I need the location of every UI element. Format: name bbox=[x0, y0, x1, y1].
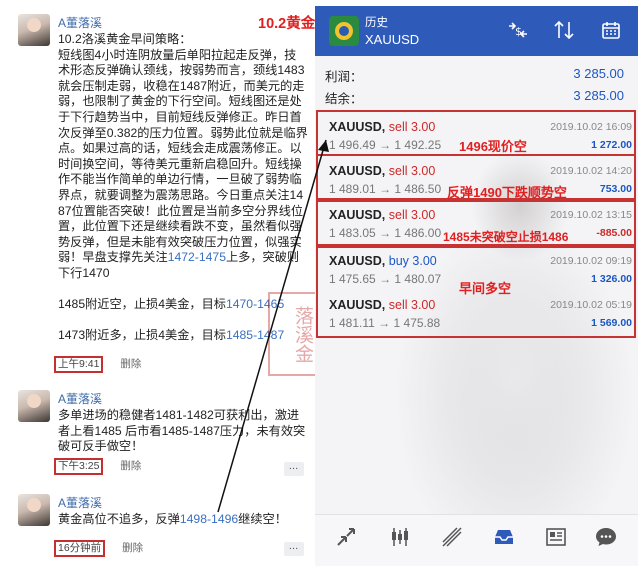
avatar[interactable] bbox=[18, 390, 50, 422]
chat-post: A董落溪 10.2洛溪黄金早间策略： 短线图4小时连阴放量后单阳拉起走反弹，技术… bbox=[10, 6, 310, 378]
trade-note: 反弹1490下跌顺势空 bbox=[447, 185, 567, 200]
post-meta: 上午9:41 删除 bbox=[54, 356, 141, 373]
tab-history-icon[interactable] bbox=[489, 525, 519, 555]
post-body: 黄金高位不追多，反弹1498-1496继续空！ bbox=[58, 512, 308, 528]
svg-text:$: $ bbox=[515, 25, 522, 38]
tab-trade-icon[interactable] bbox=[331, 525, 361, 555]
balance-value: 3 285.00 bbox=[573, 88, 624, 103]
delete-link[interactable]: 删除 bbox=[120, 458, 141, 473]
post-time: 上午9:41 bbox=[54, 356, 104, 373]
chat-panel: A董落溪 10.2洛溪黄金早间策略： 短线图4小时连阴放量后单阳拉起走反弹，技术… bbox=[10, 6, 310, 566]
sort-icon[interactable] bbox=[553, 20, 575, 44]
post-meta: 16分钟前 删除 bbox=[54, 540, 143, 557]
post-text: 1473附近多，止损4美金，目标 bbox=[58, 328, 226, 343]
calendar-icon[interactable] bbox=[601, 20, 621, 44]
tab-chat-icon[interactable] bbox=[591, 525, 621, 555]
author-name[interactable]: A董落溪 bbox=[58, 14, 102, 31]
balance-label: 结余： bbox=[325, 92, 363, 106]
post-text: 继续空！ bbox=[238, 512, 287, 526]
tab-chart-icon[interactable] bbox=[385, 525, 415, 555]
trade-note: 1496现价空 bbox=[459, 139, 527, 154]
app-header: 历史 XAUUSD $ bbox=[315, 6, 638, 56]
post-body: 多单进场的稳健者1481-1482可获利出，激进者上看1485 后市看1485-… bbox=[58, 408, 306, 454]
profit-label: 利润： bbox=[325, 70, 363, 84]
profit-row: 利润： 3 285.00 bbox=[325, 66, 630, 85]
post-time: 16分钟前 bbox=[54, 540, 106, 557]
balance-row: 结余： 3 285.00 bbox=[325, 88, 630, 107]
price-link[interactable]: 1472-1475 bbox=[168, 250, 226, 264]
app-logo-icon[interactable] bbox=[329, 16, 359, 46]
delete-link[interactable]: 删除 bbox=[122, 540, 143, 555]
header-symbol[interactable]: XAUUSD bbox=[365, 32, 419, 47]
bottom-nav bbox=[315, 514, 638, 566]
group-note: 早间多空 bbox=[459, 281, 512, 296]
post-meta: 下午3:25 删除 bbox=[54, 458, 141, 475]
avatar[interactable] bbox=[18, 494, 50, 526]
annotation-title: 10.2黄金 bbox=[258, 16, 316, 32]
chat-post: A董落溪 多单进场的稳健者1481-1482可获利出，激进者上看1485 后市看… bbox=[10, 382, 310, 482]
author-name[interactable]: A董落溪 bbox=[58, 494, 102, 511]
more-icon[interactable]: … bbox=[284, 462, 304, 476]
trading-app: 历史 XAUUSD $ 利润： 3 285.00 结余： 3 285.00 XA… bbox=[315, 6, 638, 566]
price-link[interactable]: 1498-1496 bbox=[180, 512, 238, 526]
header-subtitle: 历史 bbox=[365, 17, 388, 29]
profit-value: 3 285.00 bbox=[573, 66, 624, 81]
delete-link[interactable]: 删除 bbox=[120, 356, 141, 371]
author-name[interactable]: A董落溪 bbox=[58, 390, 102, 407]
post-text: 1485附近空，止损4美金，目标 bbox=[58, 297, 226, 312]
more-icon[interactable]: … bbox=[284, 542, 304, 556]
currency-filter-icon[interactable]: $ bbox=[507, 20, 529, 44]
tab-signals-icon[interactable] bbox=[437, 525, 467, 555]
composite-screenshot: A董落溪 10.2洛溪黄金早间策略： 短线图4小时连阴放量后单阳拉起走反弹，技术… bbox=[0, 0, 641, 571]
post-text: 10.2洛溪黄金早间策略： 短线图4小时连阴放量后单阳拉起走反弹，技术形态反弹确… bbox=[58, 32, 308, 265]
post-text: 黄金高位不追多，反弹 bbox=[58, 512, 180, 526]
post-time: 下午3:25 bbox=[54, 458, 104, 475]
tab-news-icon[interactable] bbox=[541, 525, 571, 555]
trade-note: 1485未突破空止损1486 bbox=[443, 230, 569, 244]
avatar[interactable] bbox=[18, 14, 50, 46]
chat-post: A董落溪 黄金高位不追多，反弹1498-1496继续空！ 16分钟前 删除 … bbox=[10, 486, 310, 562]
